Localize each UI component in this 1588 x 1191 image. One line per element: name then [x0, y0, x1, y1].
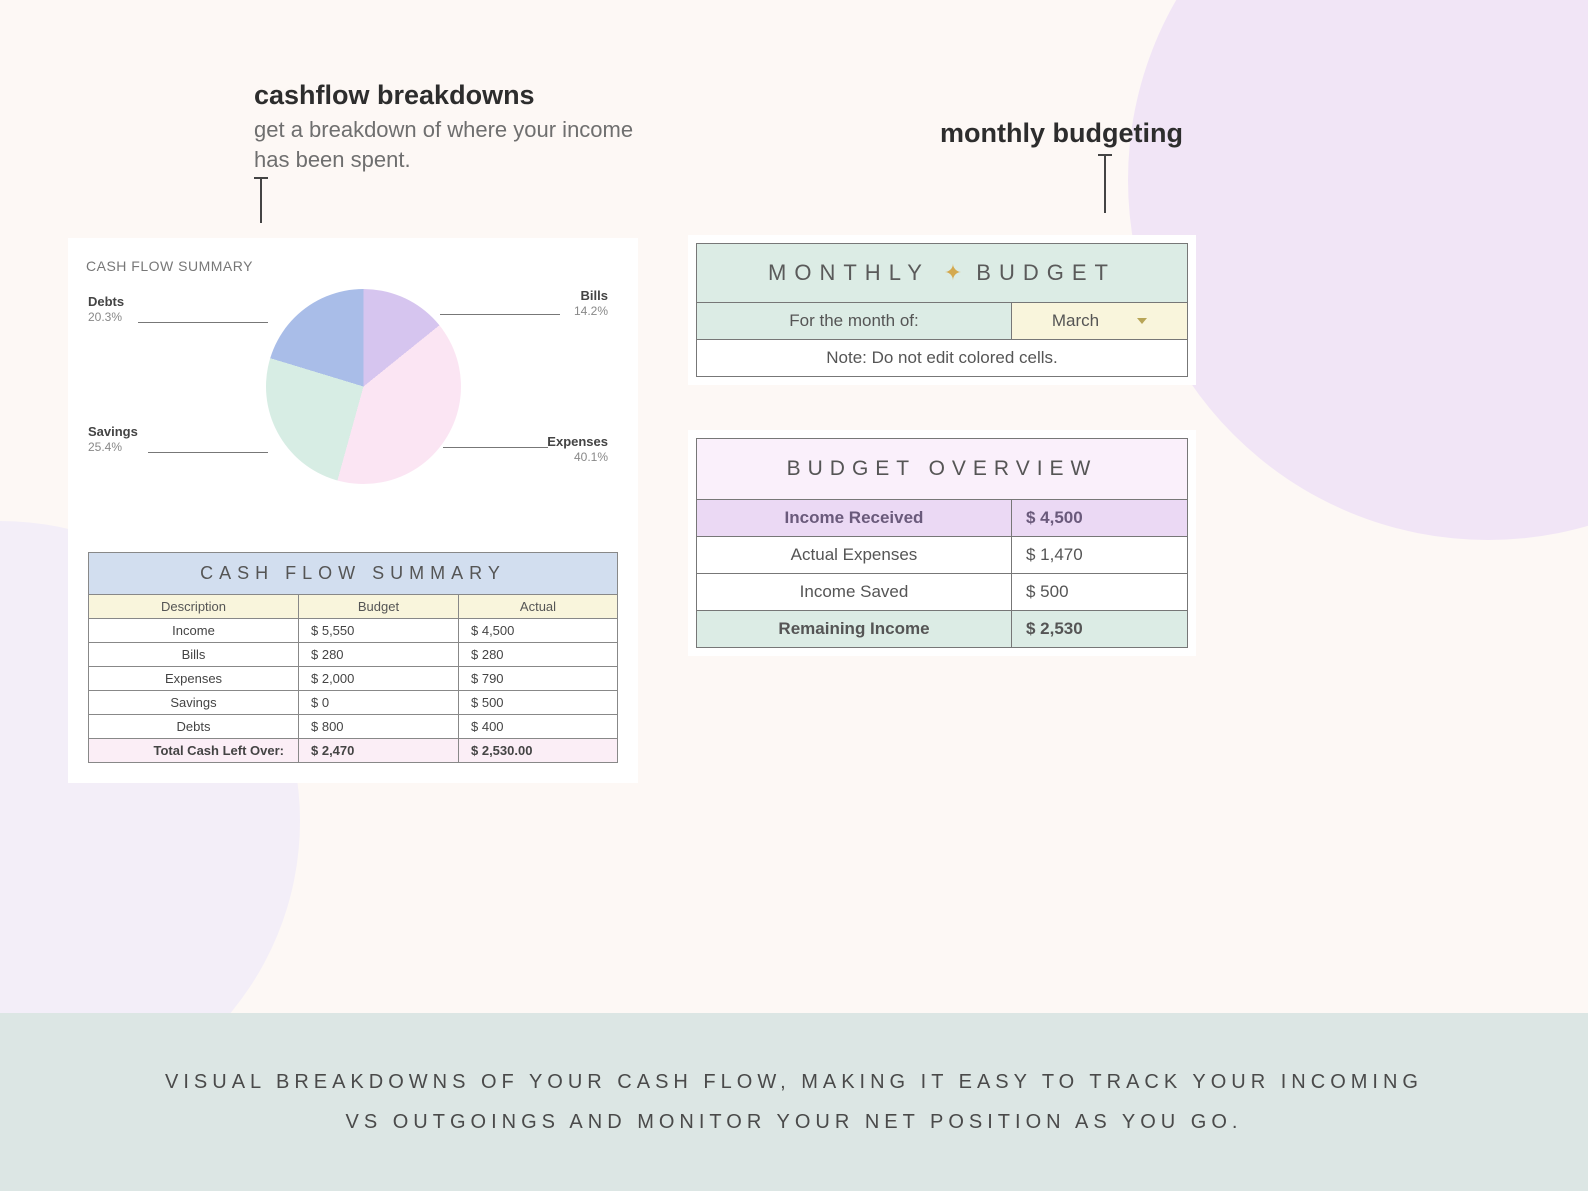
cell-budget: $ 2,000: [299, 667, 459, 690]
pie-graphic: [266, 289, 461, 484]
monthly-budget-panel: MONTHLY ✦ BUDGET For the month of: March…: [688, 235, 1196, 385]
heading-budgeting: monthly budgeting: [940, 118, 1183, 149]
cell-budget: $ 0: [299, 691, 459, 714]
total-actual: $ 2,530.00: [459, 739, 617, 762]
table-header-row: Description Budget Actual: [89, 594, 617, 618]
cell-actual: $ 500: [459, 691, 617, 714]
overview-row: Income Saved$ 500: [697, 573, 1187, 610]
table-row: Expenses$ 2,000$ 790: [89, 666, 617, 690]
total-label: Total Cash Left Over:: [89, 739, 299, 762]
footer-text: VISUAL BREAKDOWNS OF YOUR CASH FLOW, MAK…: [150, 1062, 1438, 1142]
heading-cashflow: cashflow breakdowns: [254, 80, 535, 111]
table-row: Savings$ 0$ 500: [89, 690, 617, 714]
leader-line: [148, 452, 268, 453]
month-select-row: For the month of: March: [697, 302, 1187, 339]
leader-line: [443, 447, 548, 448]
table-row: Income$ 5,550$ 4,500: [89, 618, 617, 642]
decor-blob-top-right: [1128, 0, 1588, 540]
pie-chart: Bills14.2% Expenses40.1% Savings25.4% De…: [78, 284, 628, 524]
pie-label-bills: Bills14.2%: [574, 288, 608, 318]
cell-actual: $ 790: [459, 667, 617, 690]
cell-desc: Expenses: [89, 667, 299, 690]
cell-budget: $ 5,550: [299, 619, 459, 642]
cell-desc: Income: [89, 619, 299, 642]
chevron-down-icon: [1137, 318, 1147, 324]
table-row: Debts$ 800$ 400: [89, 714, 617, 738]
pointer-budgeting: [1104, 155, 1106, 213]
col-budget: Budget: [299, 595, 459, 618]
chart-title: CASH FLOW SUMMARY: [86, 258, 628, 274]
cell-actual: $ 400: [459, 715, 617, 738]
sparkle-icon: ✦: [944, 260, 962, 285]
cell-budget: $ 280: [299, 643, 459, 666]
overview-value: $ 1,470: [1012, 537, 1187, 573]
overview-label: Actual Expenses: [697, 537, 1012, 573]
col-actual: Actual: [459, 595, 617, 618]
pie-label-debts: Debts20.3%: [88, 294, 124, 324]
table-row: Bills$ 280$ 280: [89, 642, 617, 666]
budget-overview-box: BUDGET OVERVIEW Income Received$ 4,500Ac…: [696, 438, 1188, 648]
footer-bar: VISUAL BREAKDOWNS OF YOUR CASH FLOW, MAK…: [0, 1013, 1588, 1191]
overview-row: Remaining Income$ 2,530: [697, 610, 1187, 647]
cell-budget: $ 800: [299, 715, 459, 738]
col-description: Description: [89, 595, 299, 618]
cell-desc: Debts: [89, 715, 299, 738]
budget-overview-panel: BUDGET OVERVIEW Income Received$ 4,500Ac…: [688, 430, 1196, 656]
monthly-budget-note: Note: Do not edit colored cells.: [697, 339, 1187, 376]
overview-row: Income Received$ 4,500: [697, 499, 1187, 536]
overview-label: Income Received: [697, 500, 1012, 536]
monthly-budget-title: MONTHLY ✦ BUDGET: [697, 244, 1187, 302]
pie-label-expenses: Expenses40.1%: [547, 434, 608, 464]
budget-overview-title: BUDGET OVERVIEW: [697, 439, 1187, 499]
table-title: CASH FLOW SUMMARY: [89, 553, 617, 594]
cell-actual: $ 4,500: [459, 619, 617, 642]
pie-label-savings: Savings25.4%: [88, 424, 138, 454]
overview-value: $ 500: [1012, 574, 1187, 610]
overview-value: $ 2,530: [1012, 611, 1187, 647]
leader-line: [138, 322, 268, 323]
month-dropdown[interactable]: March: [1012, 303, 1187, 339]
month-value: March: [1052, 311, 1099, 331]
cashflow-panel: CASH FLOW SUMMARY Bills14.2% Expenses40.…: [68, 238, 638, 783]
cell-desc: Bills: [89, 643, 299, 666]
overview-label: Remaining Income: [697, 611, 1012, 647]
cell-actual: $ 280: [459, 643, 617, 666]
overview-label: Income Saved: [697, 574, 1012, 610]
overview-row: Actual Expenses$ 1,470: [697, 536, 1187, 573]
cell-desc: Savings: [89, 691, 299, 714]
pointer-cashflow: [260, 178, 262, 223]
leader-line: [440, 314, 560, 315]
month-label: For the month of:: [697, 303, 1012, 339]
monthly-budget-box: MONTHLY ✦ BUDGET For the month of: March…: [696, 243, 1188, 377]
subheading-cashflow: get a breakdown of where your income has…: [254, 115, 674, 174]
total-budget: $ 2,470: [299, 739, 459, 762]
cashflow-summary-table: CASH FLOW SUMMARY Description Budget Act…: [88, 552, 618, 763]
table-total-row: Total Cash Left Over: $ 2,470 $ 2,530.00: [89, 738, 617, 762]
overview-value: $ 4,500: [1012, 500, 1187, 536]
